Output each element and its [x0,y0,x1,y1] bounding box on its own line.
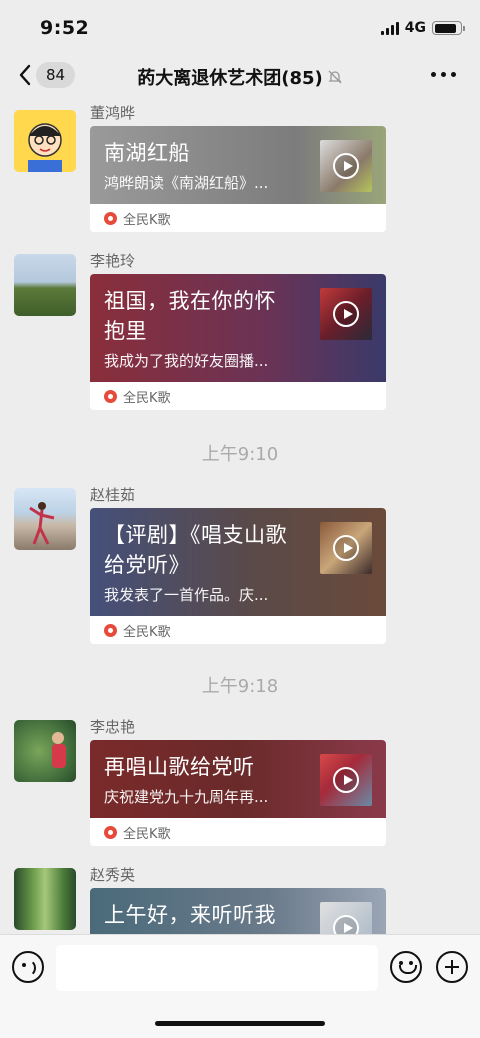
music-card[interactable]: 祖国，我在你的怀抱里 我成为了我的好友圈播... 全民K歌 [90,274,386,410]
avatar[interactable] [14,254,76,316]
music-card[interactable]: 上午好，来听听我 [90,888,386,934]
status-indicators: 4G [380,20,465,36]
card-source: 全民K歌 [123,624,171,640]
play-icon [333,767,359,793]
play-icon [333,301,359,327]
card-source: 全民K歌 [123,212,171,228]
sender-name: 李艳玲 [90,252,136,270]
card-title: 再唱山歌给党听 [104,755,255,779]
card-title: 祖国，我在你的怀抱里 [104,289,276,343]
card-header: 祖国，我在你的怀抱里 我成为了我的好友圈播... [90,274,386,382]
chat-title[interactable]: 菂大离退休艺术团(85) [0,64,480,90]
play-icon [333,153,359,179]
plus-icon[interactable] [436,951,468,983]
card-desc: 我成为了我的好友圈播... [104,352,269,370]
time-separator: 上午9:18 [201,676,279,697]
card-footer: 全民K歌 [90,204,386,232]
avatar[interactable] [14,868,76,930]
kg-logo-icon [104,211,117,225]
avatar[interactable] [14,488,76,550]
card-title: 上午好，来听听我 [104,903,276,927]
music-card[interactable]: 再唱山歌给党听 庆祝建党九十九周年再... 全民K歌 [90,740,386,846]
sender-name: 赵秀英 [90,866,136,884]
card-footer: 全民K歌 [90,616,386,644]
chat-title-text: 菂大离退休艺术团(85) [137,68,323,89]
card-thumbnail [320,754,372,806]
signal-icon [380,21,399,35]
voice-icon[interactable] [12,951,44,983]
battery-icon [432,21,465,35]
card-header: 【评剧】《唱支山歌给党听》 我发表了一首作品。庆... [90,508,386,616]
sender-name: 赵桂茹 [90,486,136,504]
card-desc: 鸿晔朗读《南湖红船》... [104,174,269,192]
avatar[interactable] [14,720,76,782]
music-card[interactable]: 南湖红船 鸿晔朗读《南湖红船》... 全民K歌 [90,126,386,232]
network-type: 4G [404,20,426,36]
more-options-button[interactable] [431,72,456,77]
kg-logo-icon [104,623,117,637]
nav-bar: 84 菂大离退休艺术团(85) [0,52,480,102]
card-footer: 全民K歌 [90,382,386,410]
time-separator: 上午9:10 [201,444,279,465]
message-input[interactable] [56,945,378,991]
card-thumbnail [320,902,372,934]
card-source: 全民K歌 [123,826,171,842]
mute-bell-icon [328,70,342,84]
chat-area[interactable]: 董鸿晔 南湖红船 鸿晔朗读《南湖红船》... 全民K歌 李艳玲 祖国，我在你的怀… [0,102,480,934]
card-header: 再唱山歌给党听 庆祝建党九十九周年再... [90,740,386,818]
play-icon [333,915,359,934]
card-footer: 全民K歌 [90,818,386,846]
card-source: 全民K歌 [123,390,171,406]
home-indicator[interactable] [155,1021,325,1026]
card-title: 【评剧】《唱支山歌给党听》 [104,523,287,577]
input-bar [0,934,480,1038]
card-header: 上午好，来听听我 [90,888,386,934]
card-desc: 庆祝建党九十九周年再... [104,788,269,806]
sender-name: 董鸿晔 [90,104,136,122]
status-time: 9:52 [40,17,90,39]
music-card[interactable]: 【评剧】《唱支山歌给党听》 我发表了一首作品。庆... 全民K歌 [90,508,386,644]
card-thumbnail [320,288,372,340]
kg-logo-icon [104,825,117,839]
card-desc: 我发表了一首作品。庆... [104,586,269,604]
card-header: 南湖红船 鸿晔朗读《南湖红船》... [90,126,386,204]
card-title: 南湖红船 [104,141,190,165]
card-thumbnail [320,522,372,574]
emoji-icon[interactable] [390,951,422,983]
card-thumbnail [320,140,372,192]
kg-logo-icon [104,389,117,403]
more-dots-icon [431,72,436,77]
sender-name: 李忠艳 [90,718,136,736]
play-icon [333,535,359,561]
avatar[interactable] [14,110,76,172]
status-bar: 9:52 4G [0,0,480,52]
